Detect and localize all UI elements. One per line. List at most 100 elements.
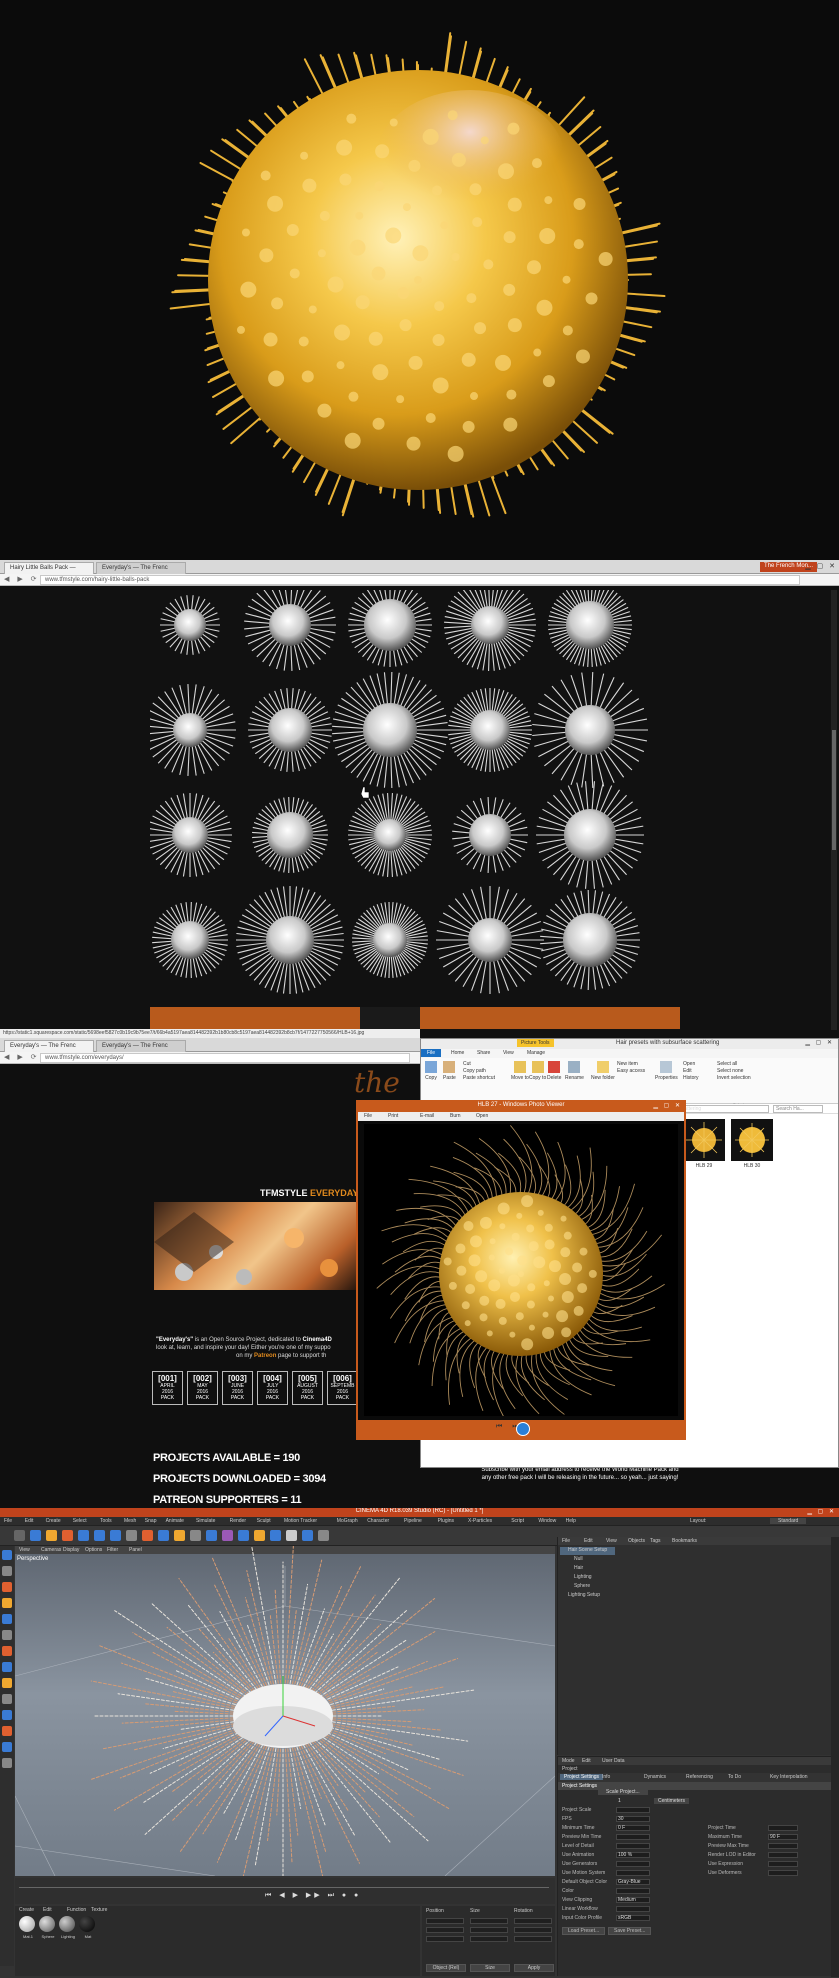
material-menu-function[interactable]: Function bbox=[67, 1907, 86, 1913]
ball-thumbnail[interactable] bbox=[148, 793, 232, 877]
mode-tool-icon[interactable] bbox=[2, 1710, 12, 1720]
object-row[interactable]: Lighting bbox=[560, 1574, 615, 1582]
mode-tool-icon[interactable] bbox=[2, 1566, 12, 1576]
copy-button[interactable]: Copy bbox=[425, 1061, 437, 1081]
ball-thumbnail[interactable] bbox=[236, 886, 344, 994]
coord-icon[interactable] bbox=[126, 1530, 137, 1541]
explorer-path-field[interactable]: cattering bbox=[679, 1105, 769, 1113]
render-settings-icon[interactable] bbox=[174, 1530, 185, 1541]
attr-row-field[interactable] bbox=[616, 1906, 650, 1912]
spline-icon[interactable] bbox=[206, 1530, 217, 1541]
attr-tab[interactable]: Key Interpolation bbox=[770, 1774, 808, 1780]
ball-thumbnail[interactable] bbox=[548, 583, 632, 667]
ball-thumbnail[interactable] bbox=[160, 595, 220, 655]
ball-thumbnails[interactable] bbox=[144, 579, 680, 1008]
delete-button[interactable]: Delete bbox=[547, 1061, 561, 1081]
nav-buttons[interactable]: ◀ ▶ ⟳ bbox=[4, 575, 40, 583]
mode-tool-icon[interactable] bbox=[2, 1726, 12, 1736]
object-menu-tags[interactable]: Tags bbox=[650, 1538, 661, 1544]
paste-shortcut-button[interactable]: Paste shortcut bbox=[463, 1075, 495, 1082]
scale-icon[interactable] bbox=[46, 1530, 57, 1541]
move-to-button[interactable]: Move to bbox=[511, 1061, 529, 1081]
c4d-menu-x-particles[interactable]: X-Particles bbox=[468, 1518, 492, 1524]
material-swatch[interactable] bbox=[59, 1916, 75, 1932]
mode-tool-icon[interactable] bbox=[2, 1614, 12, 1624]
paste-button[interactable]: Paste bbox=[443, 1061, 456, 1081]
coord-mode-select[interactable]: Object (Rel) bbox=[426, 1964, 466, 1972]
tab-everydays-1[interactable]: Everyday's — The Frenc bbox=[4, 1040, 94, 1052]
coord-field[interactable] bbox=[514, 1927, 552, 1933]
history-button[interactable]: History bbox=[683, 1075, 699, 1082]
object-row[interactable]: Lighting Setup bbox=[560, 1592, 615, 1600]
explorer-search-field[interactable]: Search Ha... bbox=[773, 1105, 823, 1113]
coord-field[interactable] bbox=[514, 1936, 552, 1942]
invert-selection-button[interactable]: Invert selection bbox=[717, 1075, 751, 1082]
ball-thumbnail[interactable] bbox=[248, 688, 332, 772]
rename-button[interactable]: Rename bbox=[565, 1061, 584, 1081]
mode-tool-icon[interactable] bbox=[2, 1742, 12, 1752]
c4d-menu-edit[interactable]: Edit bbox=[25, 1518, 34, 1524]
tab-everydays-2[interactable]: Everyday's — The Frenc bbox=[96, 1040, 186, 1052]
attr-tab[interactable]: Info bbox=[602, 1774, 610, 1780]
menu-open[interactable]: Open bbox=[476, 1113, 488, 1119]
thumbnail-hlb-29[interactable] bbox=[683, 1119, 725, 1161]
ball-thumbnail[interactable] bbox=[244, 579, 336, 671]
properties-button[interactable]: Properties bbox=[655, 1061, 678, 1081]
c4d-menu-create[interactable]: Create bbox=[46, 1518, 61, 1524]
pack-5[interactable]: [005] AUGUST 2016 PACK bbox=[292, 1371, 323, 1405]
window-controls[interactable]: ▁ ▢ ✕ bbox=[805, 562, 837, 570]
attr-row-field-right[interactable] bbox=[768, 1870, 798, 1876]
coord-field[interactable] bbox=[470, 1918, 508, 1924]
ball-thumbnail[interactable] bbox=[252, 797, 328, 873]
object-menu-bookmarks[interactable]: Bookmarks bbox=[672, 1538, 697, 1544]
copy-to-button[interactable]: Copy to bbox=[529, 1061, 546, 1081]
mode-tool-icon[interactable] bbox=[2, 1630, 12, 1640]
attr-row-field[interactable] bbox=[616, 1843, 650, 1849]
tab-share[interactable]: Share bbox=[477, 1050, 490, 1056]
mode-tool-icon[interactable] bbox=[2, 1598, 12, 1608]
explorer-window-controls[interactable]: ▁ ▢ ✕ bbox=[805, 1039, 834, 1046]
coord-apply-button[interactable]: Apply bbox=[514, 1964, 554, 1972]
attr-tab[interactable]: Project Settings bbox=[560, 1774, 604, 1780]
material-swatch[interactable] bbox=[19, 1916, 35, 1932]
object-row[interactable]: Null bbox=[560, 1556, 615, 1564]
c4d-menu-mograph[interactable]: MoGraph bbox=[337, 1518, 358, 1524]
light-icon[interactable] bbox=[302, 1530, 313, 1541]
y-axis-icon[interactable] bbox=[94, 1530, 105, 1541]
coord-field[interactable] bbox=[426, 1936, 464, 1942]
nav-buttons-2[interactable]: ◀ ▶ ⟳ bbox=[4, 1053, 40, 1061]
ball-thumbnail[interactable] bbox=[352, 901, 428, 979]
playback-controls[interactable]: ⏮ ◀ ▶ ▶▶ ⏭ ● ● bbox=[265, 1891, 361, 1900]
snap-icon[interactable] bbox=[318, 1530, 329, 1541]
mode-tool-icon[interactable] bbox=[2, 1646, 12, 1656]
select-all-button[interactable]: Select all bbox=[717, 1061, 751, 1068]
coord-field[interactable] bbox=[470, 1927, 508, 1933]
ball-thumbnail[interactable] bbox=[452, 797, 528, 873]
attr-row-field[interactable] bbox=[616, 1807, 650, 1813]
mode-tool-icon[interactable] bbox=[2, 1662, 12, 1672]
object-menu-objects[interactable]: Objects bbox=[628, 1538, 645, 1544]
menu-burn[interactable]: Burn bbox=[450, 1113, 461, 1119]
attr-row-field[interactable] bbox=[616, 1834, 650, 1840]
c4d-menu-motion-tracker[interactable]: Motion Tracker bbox=[284, 1518, 317, 1524]
new-item-button[interactable]: New item bbox=[617, 1061, 645, 1068]
tab-view[interactable]: View bbox=[503, 1050, 514, 1056]
attr-row-field-right[interactable] bbox=[768, 1852, 798, 1858]
scale-unit-select[interactable]: Centimeters bbox=[654, 1798, 689, 1804]
undo-icon[interactable] bbox=[14, 1530, 25, 1541]
object-row[interactable]: Hair Scene Setup bbox=[560, 1547, 615, 1555]
attr-row-field-right[interactable] bbox=[768, 1843, 798, 1849]
render-icon[interactable] bbox=[158, 1530, 169, 1541]
cut-button[interactable]: Cut bbox=[463, 1061, 495, 1068]
coord-field[interactable] bbox=[426, 1918, 464, 1924]
menu-email[interactable]: E-mail bbox=[420, 1113, 434, 1119]
c4d-menu-help[interactable]: Help bbox=[566, 1518, 576, 1524]
ball-thumbnail[interactable] bbox=[348, 583, 432, 667]
photo-viewer-window-controls[interactable]: ▁ ▢ ✕ bbox=[653, 1102, 682, 1109]
attr-row-field-right[interactable] bbox=[768, 1861, 798, 1867]
c4d-menu-pipeline[interactable]: Pipeline bbox=[404, 1518, 422, 1524]
ball-thumbnail[interactable] bbox=[348, 793, 432, 877]
ball-thumbnail[interactable] bbox=[144, 684, 236, 776]
pack-4[interactable]: [004] JULY 2016 PACK bbox=[257, 1371, 288, 1405]
object-row[interactable]: Hair bbox=[560, 1565, 615, 1573]
